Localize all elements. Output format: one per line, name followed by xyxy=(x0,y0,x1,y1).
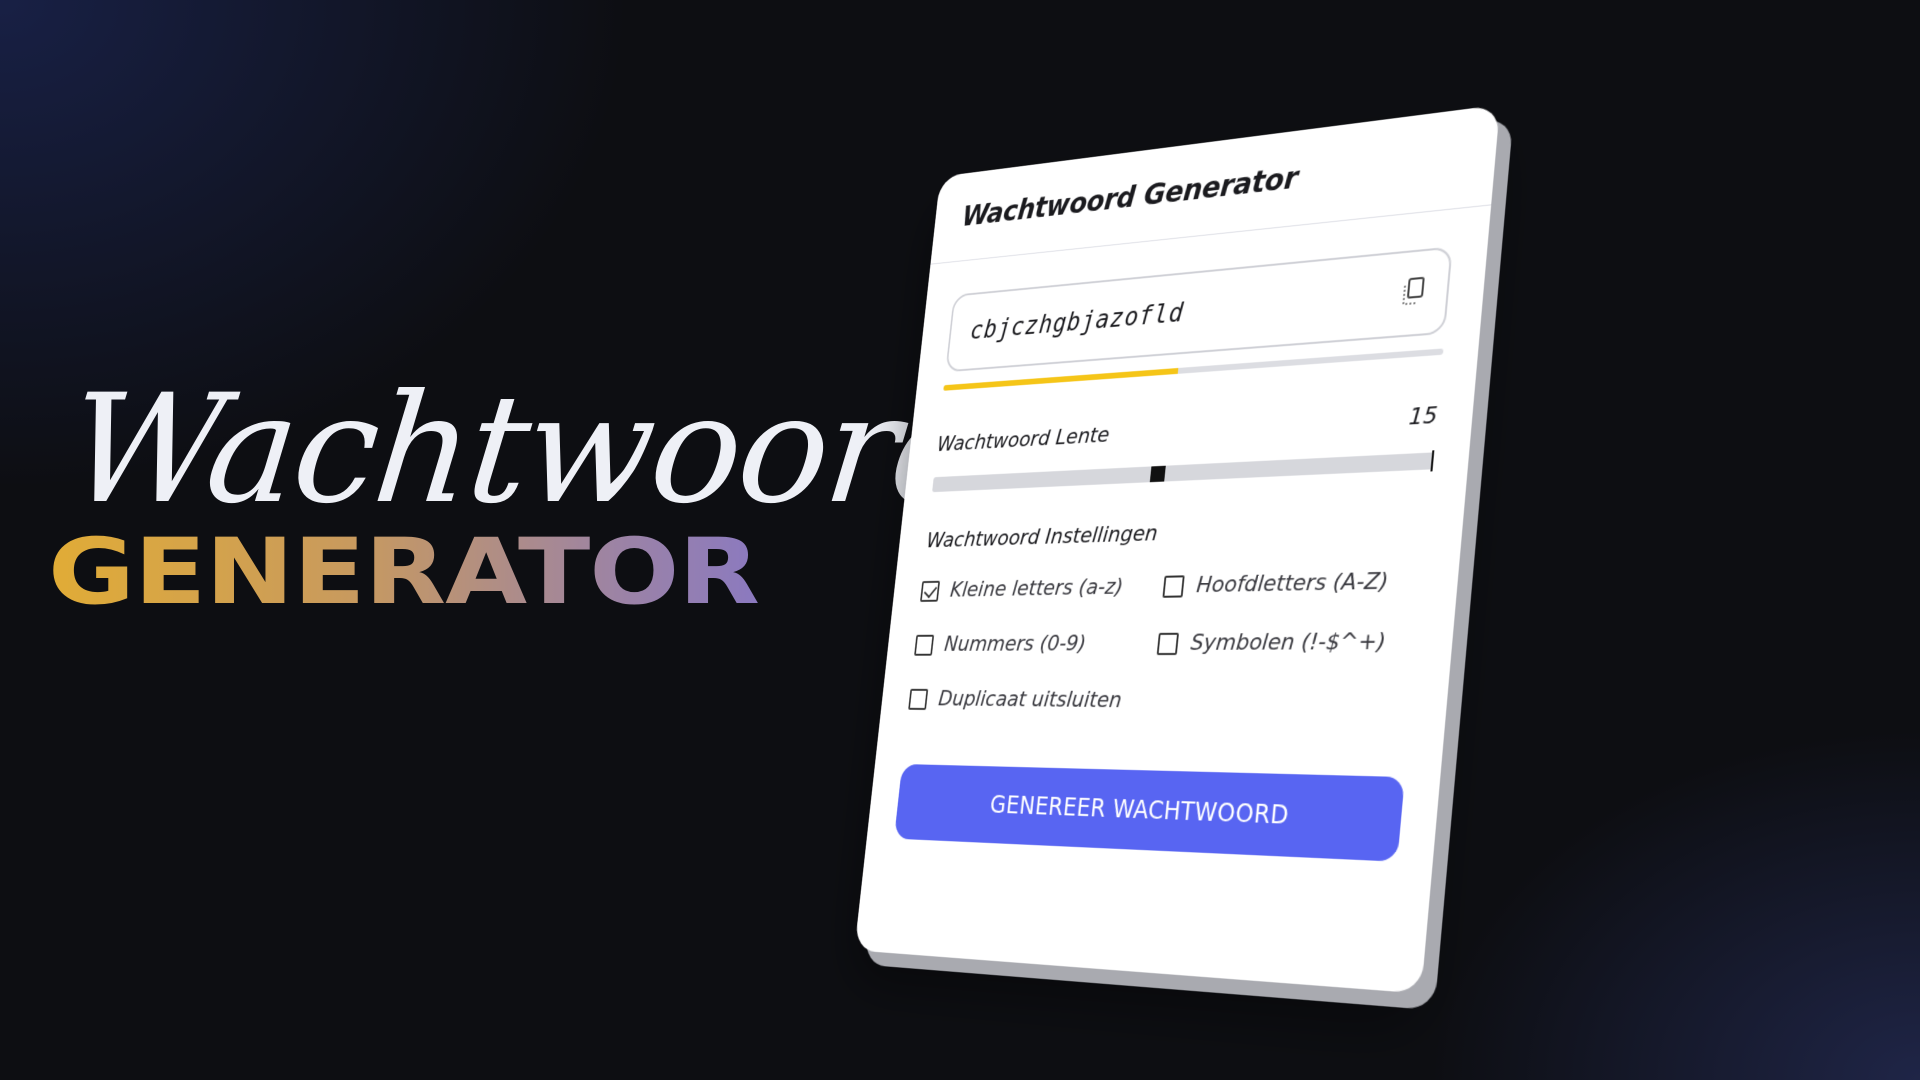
lowercase-checkbox[interactable] xyxy=(920,580,941,602)
option-exclude-duplicates[interactable]: Duplicaat uitsluiten xyxy=(908,687,1139,713)
option-uppercase[interactable]: Hoofdletters (A-Z) xyxy=(1162,568,1423,599)
hero-bold-title: GENERATOR xyxy=(48,524,808,620)
option-label: Nummers (0-9) xyxy=(943,631,1088,657)
length-label: Wachtwoord Lente xyxy=(935,422,1111,457)
option-symbols[interactable]: Symbolen (!-$^+) xyxy=(1156,628,1419,656)
settings-options: Kleine letters (a-z) Hoofdletters (A-Z) … xyxy=(908,568,1424,717)
option-numbers[interactable]: Nummers (0-9) xyxy=(914,631,1145,657)
length-slider-thumb[interactable] xyxy=(1149,465,1166,483)
settings-title: Wachtwoord Instellingen xyxy=(925,521,1159,554)
card-body: cbjczhgbjazofld Wachtwoord Lente 15 Wach… xyxy=(867,205,1491,863)
hero-title: Wachtwoord GENERATOR xyxy=(48,363,997,627)
copy-icon[interactable] xyxy=(1399,275,1428,308)
option-label: Hoofdletters (A-Z) xyxy=(1195,568,1390,599)
length-value: 15 xyxy=(1407,402,1439,431)
numbers-checkbox[interactable] xyxy=(914,634,935,656)
hero-script-title: Wachtwoord xyxy=(60,363,998,537)
uppercase-checkbox[interactable] xyxy=(1162,574,1185,598)
generate-password-button[interactable]: GENEREER WACHTWOORD xyxy=(894,763,1405,862)
length-row: Wachtwoord Lente 15 xyxy=(936,403,1439,457)
card-title: Wachtwoord Generator xyxy=(960,160,1300,233)
option-label: Duplicaat uitsluiten xyxy=(937,687,1123,714)
option-label: Kleine letters (a-z) xyxy=(949,574,1125,603)
password-value: cbjczhgbjazofld xyxy=(968,298,1186,346)
card-scene: Wachtwoord Generator cbjczhgbjazofld Wac… xyxy=(790,104,1620,994)
option-label: Symbolen (!-$^+) xyxy=(1189,628,1387,656)
symbols-checkbox[interactable] xyxy=(1156,632,1180,655)
option-lowercase[interactable]: Kleine letters (a-z) xyxy=(920,574,1150,603)
length-slider[interactable] xyxy=(932,450,1435,493)
exclude-duplicates-checkbox[interactable] xyxy=(908,688,929,710)
length-slider-end xyxy=(1430,450,1435,472)
password-generator-card: Wachtwoord Generator cbjczhgbjazofld Wac… xyxy=(854,104,1501,994)
password-strength-fill xyxy=(943,367,1179,391)
